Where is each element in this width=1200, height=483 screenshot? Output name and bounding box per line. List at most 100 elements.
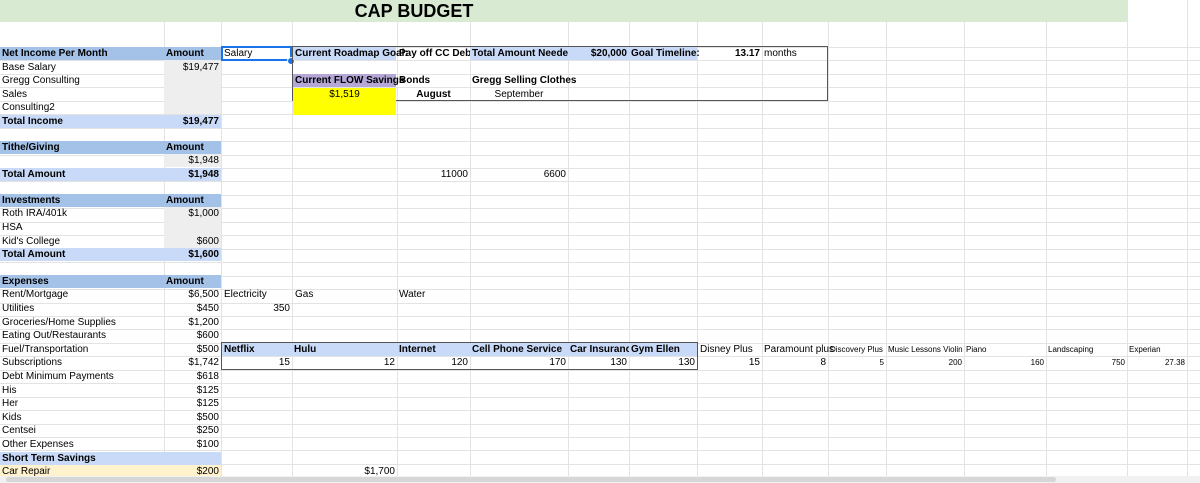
scrollbar-thumb[interactable] (6, 477, 1056, 482)
expense-row-label[interactable]: Eating Out/Restaurants (0, 329, 164, 342)
income-row-value[interactable]: $19,477 (164, 61, 221, 74)
income-row-label[interactable]: Gregg Consulting (0, 74, 164, 87)
expense-row-value[interactable]: $1,742 (164, 356, 221, 369)
expense-row-value[interactable]: $125 (164, 397, 221, 410)
piano-label[interactable]: Piano (964, 343, 1046, 356)
violin-value[interactable]: 200 (886, 356, 964, 369)
discovery-value[interactable]: 5 (828, 356, 886, 369)
income-total-label[interactable]: Total Income (0, 115, 164, 128)
expense-row-value[interactable]: $250 (164, 424, 221, 437)
investment-row-value[interactable]: $1,000 (164, 207, 221, 220)
expense-row-value[interactable]: $500 (164, 343, 221, 356)
income-header[interactable]: Net Income Per Month (0, 47, 164, 60)
goal-timeline-value[interactable]: 13.17 (697, 47, 762, 60)
gas-label[interactable]: Gas (293, 288, 396, 301)
investment-row-label[interactable]: Kid's College (0, 235, 164, 248)
income-row-label[interactable]: Sales (0, 88, 164, 101)
cell-phone-value[interactable]: 170 (470, 356, 568, 369)
expenses-amount-label[interactable]: Amount (164, 275, 221, 288)
gridline-horizontal (0, 181, 1200, 182)
paramount-label[interactable]: Paramount plus (762, 343, 834, 356)
bonds-month[interactable]: August (397, 88, 470, 101)
horizontal-scrollbar[interactable] (0, 476, 1200, 483)
electricity-value[interactable]: 350 (222, 302, 292, 315)
expense-row-value[interactable]: $1,200 (164, 316, 221, 329)
expense-row-label[interactable]: Debt Minimum Payments (0, 370, 164, 383)
goal-timeline-unit[interactable]: months (762, 47, 827, 60)
hulu-value[interactable]: 12 (292, 356, 397, 369)
expense-row-value[interactable]: $618 (164, 370, 221, 383)
investments-amount-label[interactable]: Amount (164, 194, 221, 207)
disney-value[interactable]: 15 (698, 356, 762, 369)
netflix-value[interactable]: 15 (222, 356, 292, 369)
amount-needed-label[interactable]: Total Amount Needed: (470, 47, 578, 60)
expense-row-label[interactable]: His (0, 384, 164, 397)
piano-value[interactable]: 160 (964, 356, 1046, 369)
car-insurance-label[interactable]: Car Insurance (568, 343, 637, 356)
expense-row-value[interactable]: $125 (164, 384, 221, 397)
landscaping-value[interactable]: 750 (1046, 356, 1127, 369)
roadmap-goal-value[interactable]: Pay off CC Debt (397, 47, 475, 60)
expense-row-label[interactable]: Groceries/Home Supplies (0, 316, 164, 329)
cell-phone-label[interactable]: Cell Phone Service (470, 343, 568, 356)
violin-label[interactable]: Music Lessons Violin (886, 343, 964, 356)
gregg-selling-month[interactable]: September (470, 88, 568, 101)
expense-row-value[interactable]: $500 (164, 411, 221, 424)
paramount-value[interactable]: 8 (762, 356, 828, 369)
income-amount-label[interactable]: Amount (164, 47, 221, 60)
tithe-amount-label[interactable]: Amount (164, 141, 221, 154)
gym-value[interactable]: 130 (629, 356, 697, 369)
investments-total-value[interactable]: $1,600 (164, 248, 221, 261)
expense-row-label[interactable]: Utilities (0, 302, 164, 315)
internet-label[interactable]: Internet (397, 343, 470, 356)
investment-row-label[interactable]: HSA (0, 221, 164, 234)
expense-row-label[interactable]: Fuel/Transportation (0, 343, 164, 356)
water-label[interactable]: Water (397, 288, 470, 301)
discovery-label[interactable]: Discovery Plus (828, 343, 886, 356)
investments-total-label[interactable]: Total Amount (0, 248, 164, 261)
expense-row-value[interactable]: $6,500 (164, 288, 221, 301)
tithe-total-value[interactable]: $1,948 (164, 168, 221, 181)
expense-row-value[interactable]: $600 (164, 329, 221, 342)
goal-timeline-label[interactable]: Goal Timeline: (629, 47, 700, 60)
expense-row-label[interactable]: Other Expenses (0, 438, 164, 451)
tithe-header[interactable]: Tithe/Giving (0, 141, 164, 154)
spreadsheet-grid[interactable]: CAP BUDGET Net Income Per Month Amount B… (0, 0, 1200, 483)
electricity-label[interactable]: Electricity (222, 288, 292, 301)
amount-needed-value[interactable]: $20,000 (568, 47, 629, 60)
hulu-label[interactable]: Hulu (292, 343, 397, 356)
car-insurance-value[interactable]: 130 (568, 356, 629, 369)
tithe-value[interactable]: $1,948 (164, 154, 221, 167)
income-row-label[interactable]: Base Salary (0, 61, 164, 74)
expense-row-label[interactable]: Centsei (0, 424, 164, 437)
gym-label[interactable]: Gym Ellen (629, 343, 697, 356)
tithe-total-label[interactable]: Total Amount (0, 168, 164, 181)
expense-row-label[interactable]: Subscriptions (0, 356, 164, 369)
expense-row-label[interactable]: Rent/Mortgage (0, 288, 164, 301)
landscaping-label[interactable]: Landscaping (1046, 343, 1127, 356)
investments-header[interactable]: Investments (0, 194, 164, 207)
experian-label[interactable]: Experian (1127, 343, 1187, 356)
netflix-label[interactable]: Netflix (222, 343, 292, 356)
expense-row-label[interactable]: Kids (0, 411, 164, 424)
expense-row-value[interactable]: $450 (164, 302, 221, 315)
investment-row-value[interactable]: $600 (164, 235, 221, 248)
expense-row-value[interactable]: $100 (164, 438, 221, 451)
flow-savings-label[interactable]: Current FLOW Savings (293, 74, 404, 87)
bonds-amount[interactable]: 11000 (397, 168, 470, 181)
short-term-savings-label[interactable]: Short Term Savings (0, 452, 221, 465)
flow-savings-value[interactable]: $1,519 (293, 88, 396, 115)
internet-value[interactable]: 120 (397, 356, 470, 369)
disney-label[interactable]: Disney Plus (698, 343, 762, 356)
expenses-header[interactable]: Expenses (0, 275, 164, 288)
experian-value[interactable]: 27.38 (1127, 356, 1187, 369)
sheet-title: CAP BUDGET (354, 1, 474, 21)
gregg-amount[interactable]: 6600 (470, 168, 568, 181)
income-total-value[interactable]: $19,477 (164, 115, 221, 128)
income-row-label[interactable]: Consulting2 (0, 101, 164, 114)
investment-row-label[interactable]: Roth IRA/401k (0, 207, 164, 220)
expense-row-label[interactable]: Her (0, 397, 164, 410)
gregg-selling-label[interactable]: Gregg Selling Clothes (470, 74, 576, 87)
roadmap-goal-label[interactable]: Current Roadmap Goal: (293, 47, 408, 60)
bonds-label[interactable]: Bonds (397, 74, 470, 87)
